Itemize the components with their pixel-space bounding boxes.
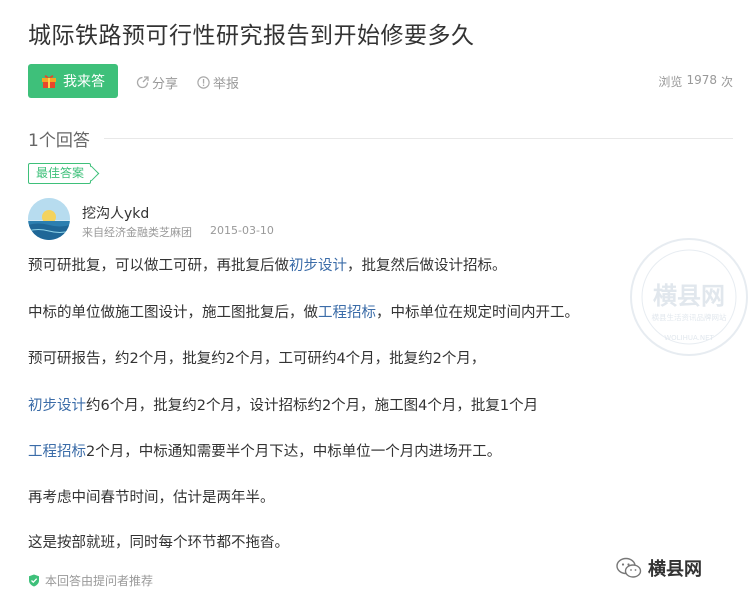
watermark-bottom-text: 横县网 [648,559,702,580]
answer-date: 2015-03-10 [210,224,274,237]
text: ，中标单位在规定时间内开工。 [376,305,579,321]
question-title: 城际铁路预可行性研究报告到开始修要多久 [28,23,475,49]
keyword-link-preliminary-design[interactable]: 初步设计 [28,398,86,414]
answer-button-label: 我来答 [63,74,105,90]
avatar[interactable] [28,198,70,240]
divider [103,138,733,139]
shield-check-icon [29,574,39,587]
report-label: 举报 [213,77,240,92]
keyword-link-engineering-bidding[interactable]: 工程招标 [28,444,86,460]
text: 约6个月，批复约2个月，设计招标约2个月，施工图4个月，批复1个月 [86,398,539,414]
watermark-url: WOLIHUA.NET [664,334,714,342]
keyword-link-preliminary-design[interactable]: 初步设计 [289,258,347,274]
wechat-icon [616,557,642,578]
share-icon [136,76,149,89]
text: 2个月，中标通知需要半个月下达，中标单位一个月内进场开工。 [86,444,502,460]
answer-paragraph-5: 工程招标2个月，中标通知需要半个月下达，中标单位一个月内进场开工。 [28,440,501,461]
watermark-seal: 横县网 横县生活资讯品牌网站 WOLIHUA.NET [630,238,748,356]
author-source[interactable]: 来自经济金融类芝麻团 [82,224,192,240]
author-name[interactable]: 挖沟人ykd [82,203,149,223]
watermark-main: 横县网 [653,282,725,310]
watermark-bottom: 横县网 [616,555,702,581]
answer-button[interactable]: 我来答 [28,64,118,98]
text: 中标的单位做施工图设计，施工图批复后，做 [28,305,318,321]
text: ，批复然后做设计招标。 [347,258,507,274]
avatar-image [28,198,70,240]
watermark-sub: 横县生活资讯品牌网站 [652,312,727,322]
answer-paragraph-7: 这是按部就班，同时每个环节都不拖沓。 [28,535,289,551]
view-count: 浏览 1978 次 [658,73,733,90]
views-label: 浏览 [658,75,683,89]
best-answer-badge: 最佳答案 [28,163,92,184]
views-number: 1978 [686,73,717,87]
answer-count-row: 1个回答 [28,126,733,151]
report-button[interactable]: 举报 [197,73,239,92]
report-icon [197,76,210,89]
answer-paragraph-1: 预可研批复，可以做工可研，再批复后做初步设计，批复然后做设计招标。 [28,254,507,275]
answer-paragraph-4: 初步设计约6个月，批复约2个月，设计招标约2个月，施工图4个月，批复1个月 [28,394,538,415]
answer-paragraph-2: 中标的单位做施工图设计，施工图批复后，做工程招标，中标单位在规定时间内开工。 [28,301,579,322]
share-label: 分享 [152,77,179,92]
keyword-link-engineering-bidding[interactable]: 工程招标 [318,305,376,321]
recommend-text: 本回答由提问者推荐 [45,574,154,588]
text: 预可研批复，可以做工可研，再批复后做 [28,258,289,274]
answer-paragraph-3: 预可研报告，约2个月，批复约2个月，工可研约4个月，批复约2个月， [28,351,486,367]
answer-count: 1个回答 [28,131,90,151]
share-button[interactable]: 分享 [136,73,178,92]
recommend-note: 本回答由提问者推荐 [28,572,153,589]
gift-icon [42,75,56,88]
views-unit: 次 [720,75,733,89]
author-meta: 来自经济金融类芝麻团 2015-03-10 [82,224,274,240]
answer-paragraph-6: 再考虑中间春节时间，估计是两年半。 [28,490,275,506]
